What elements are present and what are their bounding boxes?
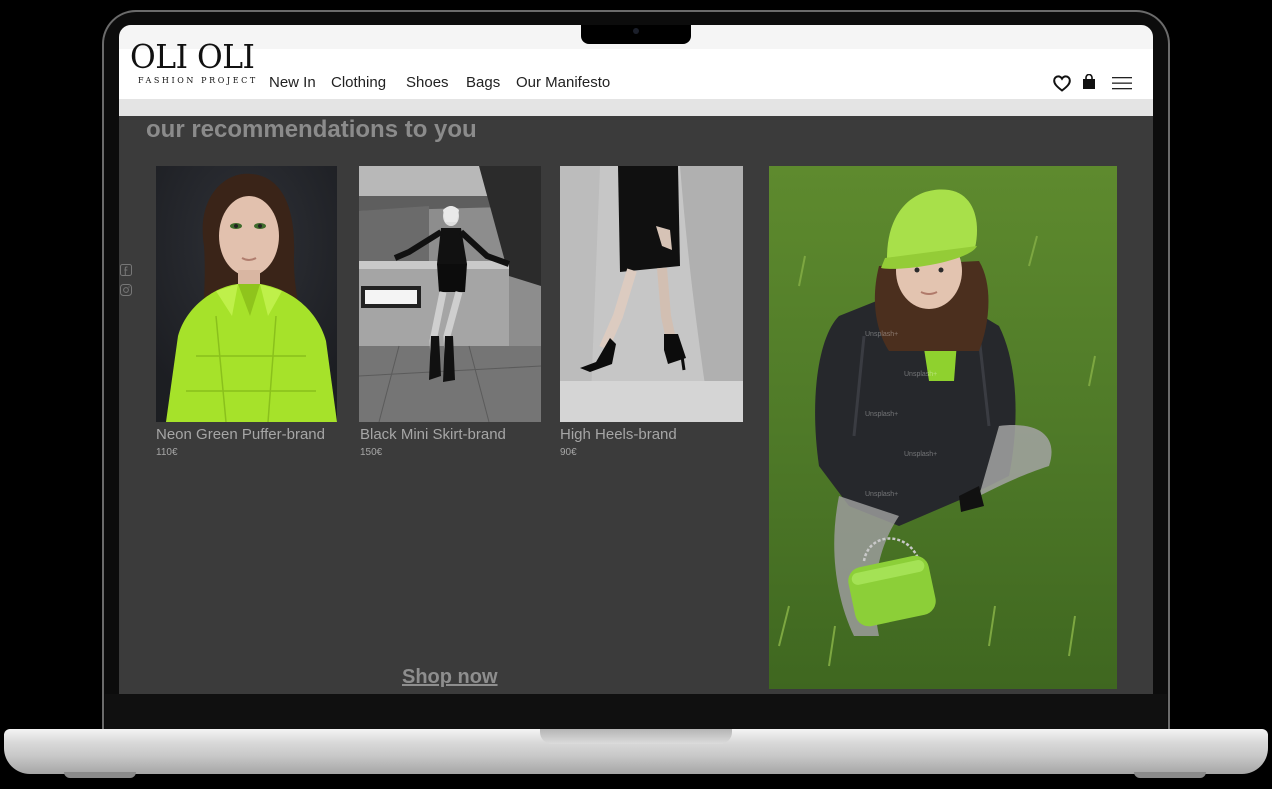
nav-our-manifesto[interactable]: Our Manifesto: [516, 74, 610, 91]
watermark: Unsplash+: [904, 451, 938, 458]
menu-icon[interactable]: [1112, 77, 1132, 90]
camera-icon: [633, 28, 639, 34]
watermark: Unsplash+: [865, 331, 899, 338]
shop-now-link[interactable]: Shop now: [402, 666, 498, 689]
product-price: 90€: [560, 447, 577, 458]
camera-notch: [581, 25, 691, 44]
watermark: Unsplash+: [865, 491, 899, 498]
instagram-icon[interactable]: [120, 284, 132, 296]
nav-bags[interactable]: Bags: [466, 74, 500, 91]
product-price: 150€: [360, 447, 383, 458]
heart-icon[interactable]: [1053, 75, 1071, 92]
product-name[interactable]: Black Mini Skirt-brand: [360, 426, 506, 443]
recommendations-title: our recommendations to you: [146, 116, 477, 143]
laptop-bezel: [105, 694, 1167, 732]
product-image-neon-puffer[interactable]: [156, 166, 337, 422]
hero-image-green-cap[interactable]: Unsplash+ Unsplash+ Unsplash+ Unsplash+ …: [769, 166, 1117, 689]
website-screen: OLI OLI FASHION PROJECT New In Clothing …: [119, 25, 1153, 694]
watermark: Unsplash+: [904, 371, 938, 378]
nav-new-in[interactable]: New In: [269, 74, 316, 91]
laptop-foot: [64, 772, 136, 778]
product-price: 110€: [156, 447, 178, 458]
laptop-foot: [1134, 772, 1206, 778]
facebook-icon[interactable]: [120, 264, 132, 276]
product-image-black-mini-skirt[interactable]: [359, 166, 541, 422]
product-image-high-heels[interactable]: [560, 166, 743, 422]
nav-shoes[interactable]: Shoes: [406, 74, 449, 91]
header-subbar: [119, 99, 1153, 116]
brand-logo[interactable]: OLI OLI: [130, 40, 255, 73]
product-name[interactable]: Neon Green Puffer-brand: [156, 426, 325, 443]
brand-tagline: FASHION PROJECT: [138, 76, 258, 85]
laptop-base-notch: [540, 729, 732, 744]
watermark: Unsplash+: [865, 411, 899, 418]
product-name[interactable]: High Heels-brand: [560, 426, 677, 443]
nav-clothing[interactable]: Clothing: [331, 74, 386, 91]
shopping-bag-icon[interactable]: [1082, 74, 1096, 90]
